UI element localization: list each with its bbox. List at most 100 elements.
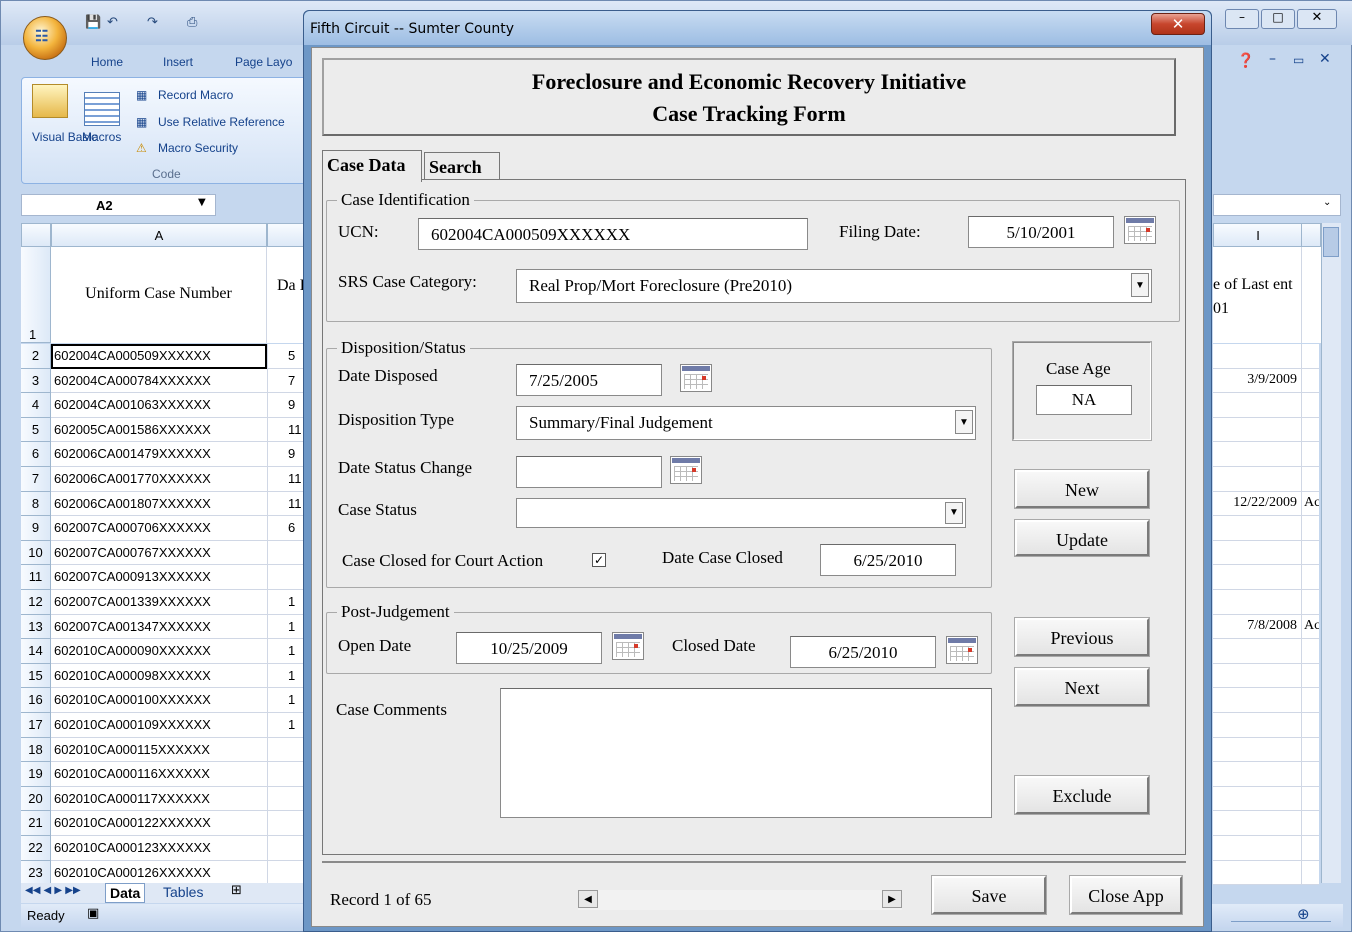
table-cell[interactable]: 602004CA000784XXXXXX — [51, 368, 267, 394]
previous-button[interactable]: Previous — [1014, 617, 1150, 657]
workbook-minimize-icon[interactable]: – — [1269, 51, 1276, 67]
table-cell[interactable] — [1213, 393, 1303, 418]
table-cell[interactable] — [1213, 344, 1303, 369]
date-case-closed-input[interactable]: 6/25/2010 — [820, 544, 956, 576]
date-status-calendar-icon[interactable] — [670, 456, 702, 484]
row-header[interactable]: 18 — [21, 737, 51, 763]
row-header[interactable]: 3 — [21, 368, 51, 394]
table-cell[interactable]: 9 — [267, 393, 305, 418]
closed-date-input[interactable]: 6/25/2010 — [790, 636, 936, 668]
table-cell[interactable]: Ac — [1301, 614, 1319, 640]
row-header[interactable]: 10 — [21, 540, 51, 566]
table-cell[interactable]: 11 — [267, 491, 305, 517]
table-cell[interactable] — [1301, 344, 1319, 369]
row-header[interactable]: 5 — [21, 417, 51, 443]
table-cell[interactable] — [267, 540, 305, 566]
table-cell[interactable]: 5 — [267, 344, 305, 369]
table-cell[interactable] — [1213, 860, 1303, 886]
row-header[interactable]: 1 — [21, 247, 51, 343]
table-cell[interactable] — [1213, 442, 1303, 467]
record-macro-button[interactable]: Record Macro — [158, 88, 233, 102]
insert-sheet-icon[interactable]: ⊞ — [231, 883, 242, 898]
minimize-icon[interactable]: – — [1225, 9, 1259, 29]
exclude-button[interactable]: Exclude — [1014, 775, 1150, 815]
help-icon[interactable]: ❓ — [1237, 53, 1254, 69]
table-cell[interactable] — [1301, 590, 1319, 615]
table-cell[interactable] — [1301, 565, 1319, 590]
table-cell[interactable]: 11 — [267, 467, 305, 492]
table-cell[interactable] — [1301, 811, 1319, 836]
column-header-a[interactable]: A — [51, 223, 267, 247]
row-header[interactable]: 23 — [21, 860, 51, 886]
column-header-b[interactable] — [267, 223, 305, 247]
table-cell[interactable] — [1301, 639, 1319, 664]
table-cell[interactable] — [1213, 417, 1303, 443]
table-cell[interactable] — [267, 565, 305, 590]
close-app-button[interactable]: Close App — [1069, 875, 1183, 915]
row-header[interactable]: 21 — [21, 811, 51, 836]
table-cell[interactable]: 602010CA000115XXXXXX — [51, 737, 267, 763]
disposition-type-select[interactable]: Summary/Final Judgement ▼ — [516, 406, 976, 440]
table-cell[interactable]: 602010CA000122XXXXXX — [51, 811, 267, 836]
maximize-icon[interactable]: □ — [1261, 9, 1295, 29]
table-cell[interactable]: 602006CA001479XXXXXX — [51, 442, 267, 467]
table-cell[interactable]: 9 — [267, 442, 305, 467]
excel-vertical-scrollbar[interactable] — [1321, 223, 1341, 883]
chevron-down-icon[interactable]: ▼ — [1131, 273, 1149, 297]
row-header[interactable]: 7 — [21, 467, 51, 492]
column-header-j[interactable] — [1301, 223, 1321, 247]
dialog-close-button[interactable]: ✕ — [1151, 13, 1205, 35]
table-cell[interactable]: 602010CA000090XXXXXX — [51, 639, 267, 664]
table-cell[interactable]: 602010CA000126XXXXXX — [51, 860, 267, 886]
macro-security-button[interactable]: Macro Security — [158, 141, 238, 155]
table-cell[interactable]: 602004CA000509XXXXXX — [51, 344, 267, 369]
table-cell[interactable] — [267, 811, 305, 836]
table-cell[interactable] — [267, 737, 305, 763]
new-button[interactable]: New — [1014, 469, 1150, 509]
table-cell[interactable]: 602007CA000706XXXXXX — [51, 516, 267, 541]
column-header-i[interactable]: I — [1213, 223, 1303, 247]
table-cell[interactable]: 1 — [267, 639, 305, 664]
row-header[interactable]: 16 — [21, 688, 51, 713]
row-header[interactable]: 8 — [21, 491, 51, 517]
table-cell[interactable]: 602004CA001063XXXXXX — [51, 393, 267, 418]
row-header[interactable]: 12 — [21, 590, 51, 615]
row-header[interactable]: 14 — [21, 639, 51, 664]
table-cell[interactable] — [1213, 590, 1303, 615]
table-cell[interactable] — [267, 762, 305, 787]
table-cell[interactable]: 602006CA001770XXXXXX — [51, 467, 267, 492]
sheet-nav-icon[interactable]: ◀◀ ◀ ▶ ▶▶ — [25, 885, 81, 896]
open-date-calendar-icon[interactable] — [612, 632, 644, 660]
table-cell[interactable] — [1213, 688, 1303, 713]
header-cell-j[interactable] — [1301, 247, 1321, 343]
select-all-corner[interactable] — [21, 223, 51, 247]
filing-date-input[interactable]: 5/10/2001 — [968, 216, 1114, 248]
scroll-thumb[interactable] — [1323, 227, 1339, 257]
row-header[interactable]: 22 — [21, 836, 51, 861]
save-button[interactable]: Save — [931, 875, 1047, 915]
row-header[interactable]: 6 — [21, 442, 51, 467]
table-cell[interactable] — [1301, 762, 1319, 787]
table-cell[interactable] — [1301, 688, 1319, 713]
table-cell[interactable]: 1 — [267, 663, 305, 689]
table-cell[interactable]: 602006CA001807XXXXXX — [51, 491, 267, 517]
table-cell[interactable]: 602007CA000913XXXXXX — [51, 565, 267, 590]
table-cell[interactable]: 602010CA000098XXXXXX — [51, 663, 267, 689]
scroll-right-icon[interactable]: ▶ — [882, 890, 902, 908]
table-cell[interactable] — [1213, 663, 1303, 689]
table-cell[interactable] — [267, 836, 305, 861]
table-cell[interactable]: 1 — [267, 614, 305, 640]
table-cell[interactable]: 602010CA000109XXXXXX — [51, 713, 267, 738]
table-cell[interactable]: 12/22/2009 — [1213, 491, 1303, 517]
sheet-tab-tables[interactable]: Tables — [163, 884, 203, 900]
table-cell[interactable]: 6 — [267, 516, 305, 541]
row-header[interactable]: 11 — [21, 565, 51, 590]
table-cell[interactable] — [1301, 442, 1319, 467]
sheet-tab-data[interactable]: Data — [105, 883, 146, 903]
workbook-restore-icon[interactable]: ▭ — [1293, 53, 1304, 67]
header-cell-b[interactable]: Da I — [267, 247, 305, 343]
macro-record-status-icon[interactable]: ▣ — [87, 906, 99, 921]
table-cell[interactable] — [1301, 393, 1319, 418]
table-cell[interactable]: Ac — [1301, 491, 1319, 517]
table-cell[interactable] — [1213, 762, 1303, 787]
